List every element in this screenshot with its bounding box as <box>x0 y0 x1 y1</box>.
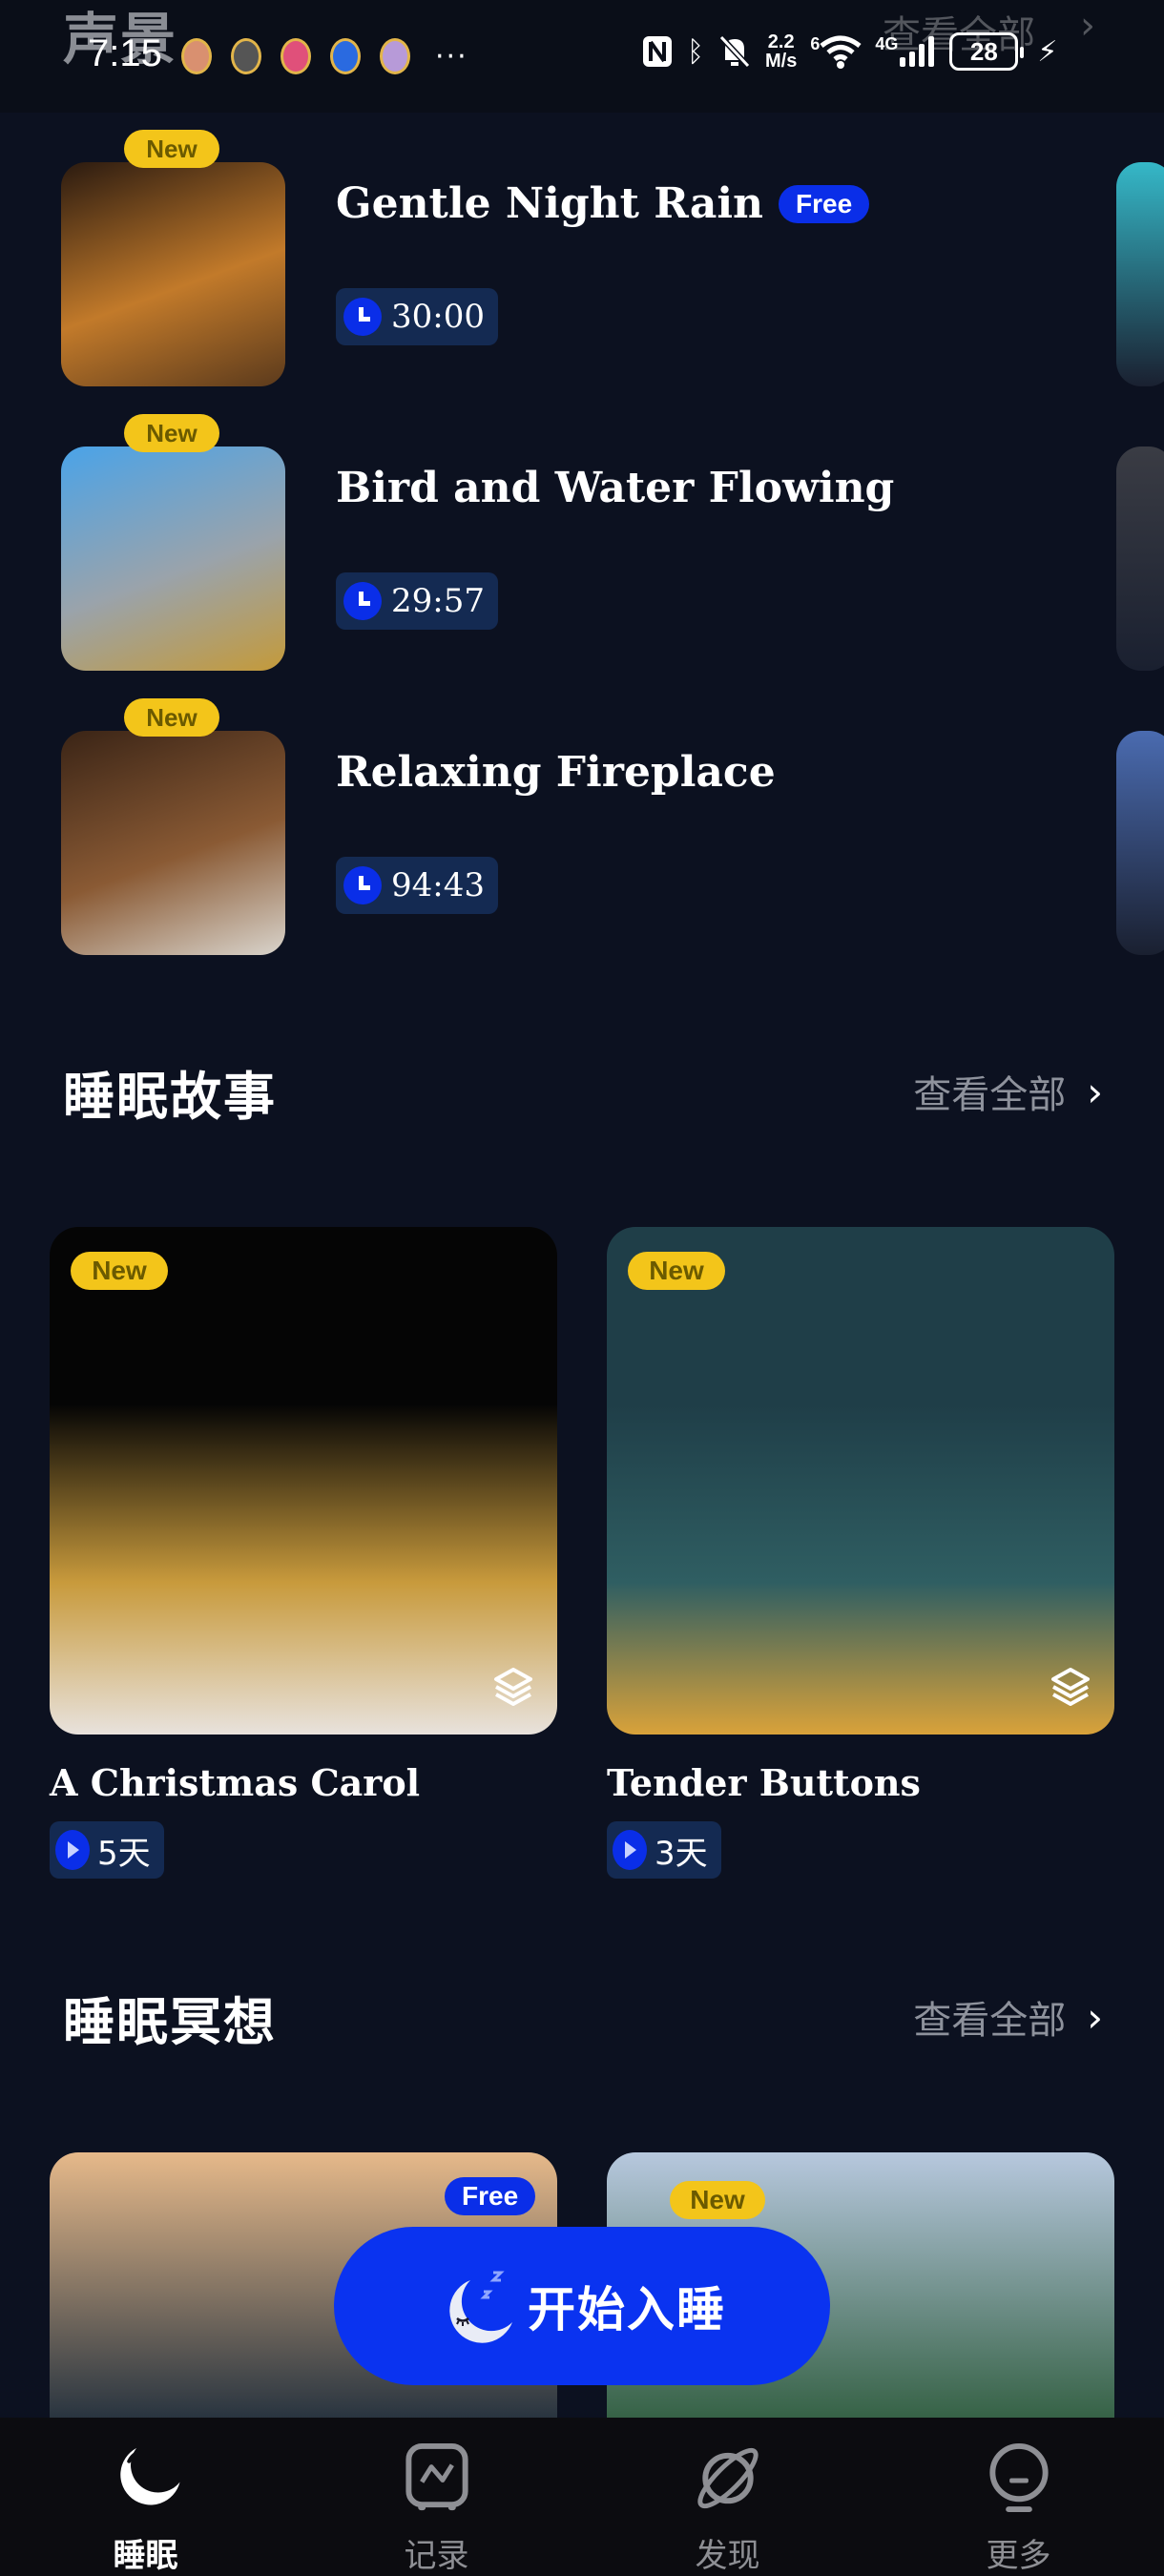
battery-indicator: 28 <box>949 32 1025 71</box>
clock-icon <box>343 582 382 620</box>
layers-icon <box>1051 1668 1090 1706</box>
nav-item-discover[interactable]: 发现 <box>582 2418 873 2576</box>
play-icon <box>55 1830 90 1870</box>
chevron-right-icon: › <box>1087 1993 1103 2041</box>
view-all-link[interactable]: 查看全部 › <box>913 1064 1103 1119</box>
soundscape-item[interactable]: New Relaxing Fireplace 94:43 <box>61 698 1063 955</box>
app-blue-icon <box>330 38 361 74</box>
sleeping-moon-icon <box>449 2271 512 2343</box>
chevron-right-icon: › <box>1087 1068 1103 1115</box>
free-badge: Free <box>779 184 870 223</box>
soundscape-title: Relaxing Fireplace <box>336 748 776 797</box>
nav-label: 睡眠 <box>113 2537 178 2575</box>
nav-label: 记录 <box>404 2537 469 2575</box>
status-time: 7:15 <box>88 32 162 74</box>
new-badge: New <box>124 414 219 452</box>
next-column-thumbnail[interactable] <box>1116 447 1164 671</box>
new-badge: New <box>670 2181 765 2219</box>
story-card[interactable]: New Tender Buttons 3天 <box>607 1227 1114 1879</box>
start-sleep-label: 开始入睡 <box>528 2282 726 2337</box>
more-icon <box>988 2442 1049 2513</box>
clock-icon <box>343 298 382 336</box>
network-speed: 2.2 M/s <box>765 31 798 72</box>
cell-indicator: 4G <box>875 34 936 69</box>
notification-icons: ··· <box>181 38 468 74</box>
signal-icon <box>900 36 935 67</box>
bottom-navigation: 睡眠 记录 发现 更多 <box>0 2418 1164 2576</box>
play-icon <box>613 1830 647 1870</box>
free-badge: Free <box>445 2177 536 2215</box>
nav-label: 发现 <box>695 2537 760 2575</box>
days-chip: 3天 <box>607 1821 721 1879</box>
wifi-icon <box>820 35 862 69</box>
new-badge: New <box>628 1252 725 1290</box>
story-title: Tender Buttons <box>607 1761 921 1804</box>
story-title: A Christmas Carol <box>50 1761 421 1804</box>
duration-chip: 30:00 <box>336 288 498 345</box>
mute-bell-icon <box>718 34 751 69</box>
section-title: 睡眠冥想 <box>63 1991 277 2052</box>
status-bar: 声景 查看全部 › 7:15 ··· ᛒ 2.2 M/s 6 4G 28 ⚡ <box>0 0 1164 113</box>
duration-text: 30:00 <box>391 298 485 336</box>
duration-chip: 29:57 <box>336 572 498 630</box>
system-icons: ᛒ 2.2 M/s 6 4G 28 ⚡ <box>641 32 1057 71</box>
moon-icon <box>119 2447 180 2505</box>
nav-label: 更多 <box>986 2537 1051 2575</box>
next-column-thumbnail[interactable] <box>1116 162 1164 386</box>
layers-icon <box>494 1668 532 1706</box>
soundscape-thumbnail[interactable] <box>61 447 285 671</box>
wifi-indicator: 6 <box>810 34 862 69</box>
soundscape-title: Gentle Night Rain Free <box>336 179 870 228</box>
nfc-icon <box>643 36 672 67</box>
duration-chip: 94:43 <box>336 857 498 914</box>
meditation-section-header: 睡眠冥想 查看全部 › <box>63 1979 1103 2055</box>
story-cover-image[interactable]: New <box>50 1227 557 1735</box>
days-chip: 5天 <box>50 1821 164 1879</box>
app-pink-icon <box>281 38 311 74</box>
chart-icon <box>405 2442 468 2511</box>
view-all-label: 查看全部 <box>913 1999 1067 2043</box>
duration-text: 94:43 <box>391 866 485 904</box>
new-badge: New <box>124 130 219 168</box>
duration-text: 29:57 <box>391 582 485 620</box>
stories-section-header: 睡眠故事 查看全部 › <box>63 1053 1103 1130</box>
clock-icon <box>343 866 382 904</box>
section-title: 睡眠故事 <box>63 1066 277 1127</box>
soundscape-title: Bird and Water Flowing <box>336 464 895 512</box>
ghost-chevron-icon: › <box>1080 4 1095 48</box>
story-card[interactable]: New A Christmas Carol 5天 <box>50 1227 557 1879</box>
soundscape-item[interactable]: New Gentle Night Rain Free 30:00 <box>61 130 1063 386</box>
app-penguin-icon <box>231 38 261 74</box>
new-badge: New <box>124 698 219 737</box>
more-notifications-icon: ··· <box>435 39 468 73</box>
new-badge: New <box>71 1252 168 1290</box>
nav-item-records[interactable]: 记录 <box>291 2418 582 2576</box>
charging-icon: ⚡ <box>1037 34 1058 69</box>
days-text: 5天 <box>97 1834 151 1873</box>
nav-item-sleep[interactable]: 睡眠 <box>0 2418 291 2576</box>
soundscape-item[interactable]: New Bird and Water Flowing 29:57 <box>61 414 1063 671</box>
bluetooth-icon: ᛒ <box>687 34 704 69</box>
soundscape-thumbnail[interactable] <box>61 162 285 386</box>
app-hand-icon <box>181 38 212 74</box>
view-all-link[interactable]: 查看全部 › <box>913 1989 1103 2045</box>
next-column-thumbnail[interactable] <box>1116 731 1164 955</box>
app-mic-icon <box>380 38 410 74</box>
nav-item-more[interactable]: 更多 <box>873 2418 1164 2576</box>
days-text: 3天 <box>655 1834 708 1873</box>
view-all-label: 查看全部 <box>913 1073 1067 1117</box>
start-sleep-button[interactable]: 开始入睡 <box>334 2227 830 2385</box>
soundscape-thumbnail[interactable] <box>61 731 285 955</box>
planet-icon <box>696 2447 759 2509</box>
story-cover-image[interactable]: New <box>607 1227 1114 1735</box>
